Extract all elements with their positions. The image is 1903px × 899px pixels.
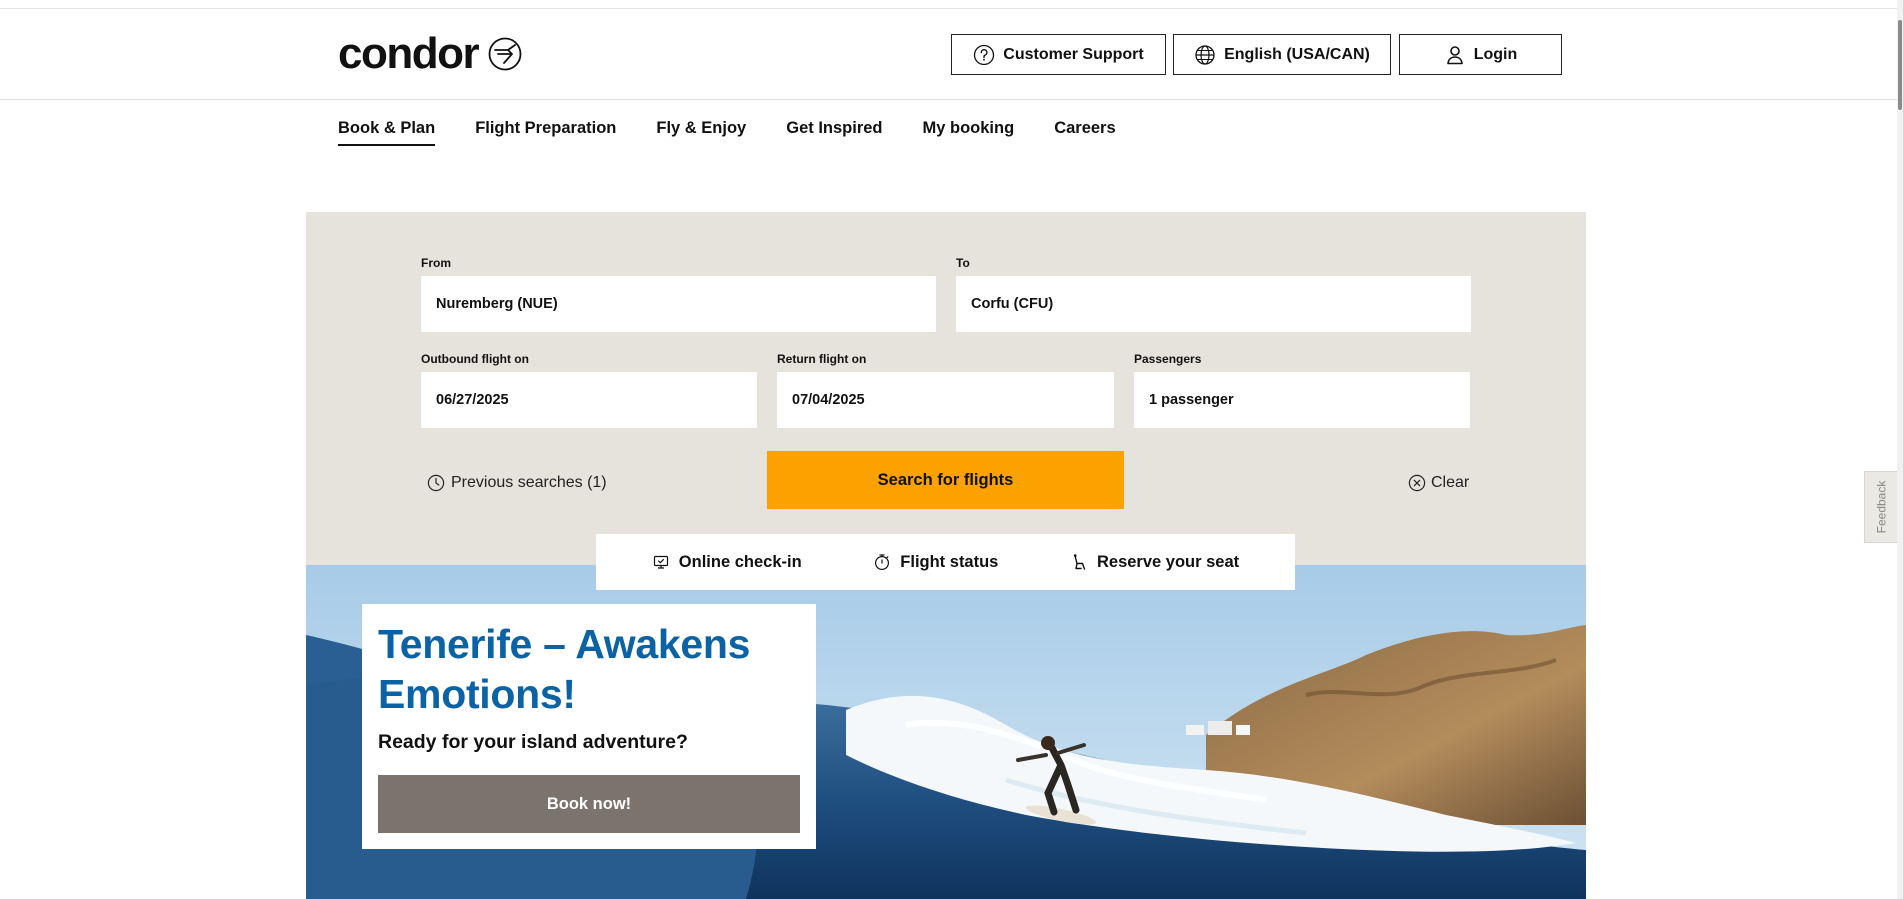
page-scrollbar[interactable] [1897, 0, 1903, 899]
close-circle-icon [1408, 474, 1426, 492]
promo-subtitle: Ready for your island adventure? [378, 731, 688, 754]
reserve-seat-label: Reserve your seat [1096, 552, 1240, 571]
return-label: Return flight on [777, 352, 867, 366]
login-label: Login [1473, 45, 1518, 63]
customer-support-label: Customer Support [1003, 45, 1144, 63]
to-label: To [956, 256, 970, 270]
from-label: From [421, 256, 451, 270]
clear-label: Clear [1431, 474, 1470, 491]
promo-card: Tenerife – Awakens Emotions! Ready for y… [362, 604, 816, 849]
nav-item-fly-and-enjoy[interactable]: Fly & Enjoy [656, 119, 746, 146]
feedback-label: Feedback [1874, 480, 1889, 534]
customer-support-button[interactable]: Customer Support [951, 34, 1166, 75]
return-date-field[interactable]: 07/04/2025 [777, 372, 1114, 428]
previous-searches-label: Previous searches (1) [451, 474, 607, 491]
flight-status-label: Flight status [900, 552, 999, 571]
nav-item-my-booking[interactable]: My booking [923, 119, 1015, 146]
question-circle-icon [974, 44, 995, 65]
outbound-date-field[interactable]: 06/27/2025 [421, 372, 757, 428]
quick-links-bar: Online check-in Flight status Reserve yo… [596, 534, 1295, 590]
promo-title: Tenerife – Awakens Emotions! [378, 621, 751, 718]
to-field[interactable]: Corfu (CFU) [956, 276, 1471, 332]
scrollbar-thumb[interactable] [1898, 20, 1902, 110]
reserve-seat-link[interactable]: Reserve your seat [1070, 553, 1239, 572]
main-navigation: Book & Plan Flight Preparation Fly & Enj… [338, 119, 1116, 146]
monitor-checkin-icon [653, 555, 668, 569]
passengers-field[interactable]: 1 passenger [1134, 372, 1470, 428]
book-now-button[interactable]: Book now! [378, 775, 800, 833]
online-checkin-label: Online check-in [678, 552, 802, 571]
feedback-tab[interactable]: Feedback [1864, 471, 1898, 543]
seat-icon [1073, 554, 1086, 570]
flight-status-link[interactable]: Flight status [873, 553, 998, 572]
from-field[interactable]: Nuremberg (NUE) [421, 276, 936, 332]
nav-item-book-and-plan[interactable]: Book & Plan [338, 119, 436, 146]
outbound-label: Outbound flight on [421, 352, 529, 366]
stopwatch-icon [875, 554, 890, 571]
language-label: English (USA/CAN) [1224, 45, 1370, 63]
globe-icon [1195, 44, 1215, 65]
site-header: condor Customer Support English (USA/CAN… [0, 9, 1903, 100]
nav-item-get-inspired[interactable]: Get Inspired [786, 119, 882, 146]
clear-button[interactable]: Clear [1408, 474, 1469, 492]
clock-icon [427, 474, 445, 492]
passengers-label: Passengers [1134, 352, 1202, 366]
logo-text: condor [338, 29, 480, 78]
user-icon [1446, 45, 1463, 64]
previous-searches-button[interactable]: Previous searches (1) [427, 474, 607, 492]
condor-logo-icon [488, 37, 522, 71]
online-checkin-link[interactable]: Online check-in [652, 553, 802, 572]
nav-item-flight-preparation[interactable]: Flight Preparation [475, 119, 616, 146]
login-button[interactable]: Login [1399, 34, 1562, 75]
language-selector-button[interactable]: English (USA/CAN) [1173, 34, 1391, 75]
condor-logo[interactable]: condor [338, 32, 522, 76]
search-flights-button[interactable]: Search for flights [767, 451, 1124, 509]
nav-item-careers[interactable]: Careers [1054, 119, 1115, 146]
